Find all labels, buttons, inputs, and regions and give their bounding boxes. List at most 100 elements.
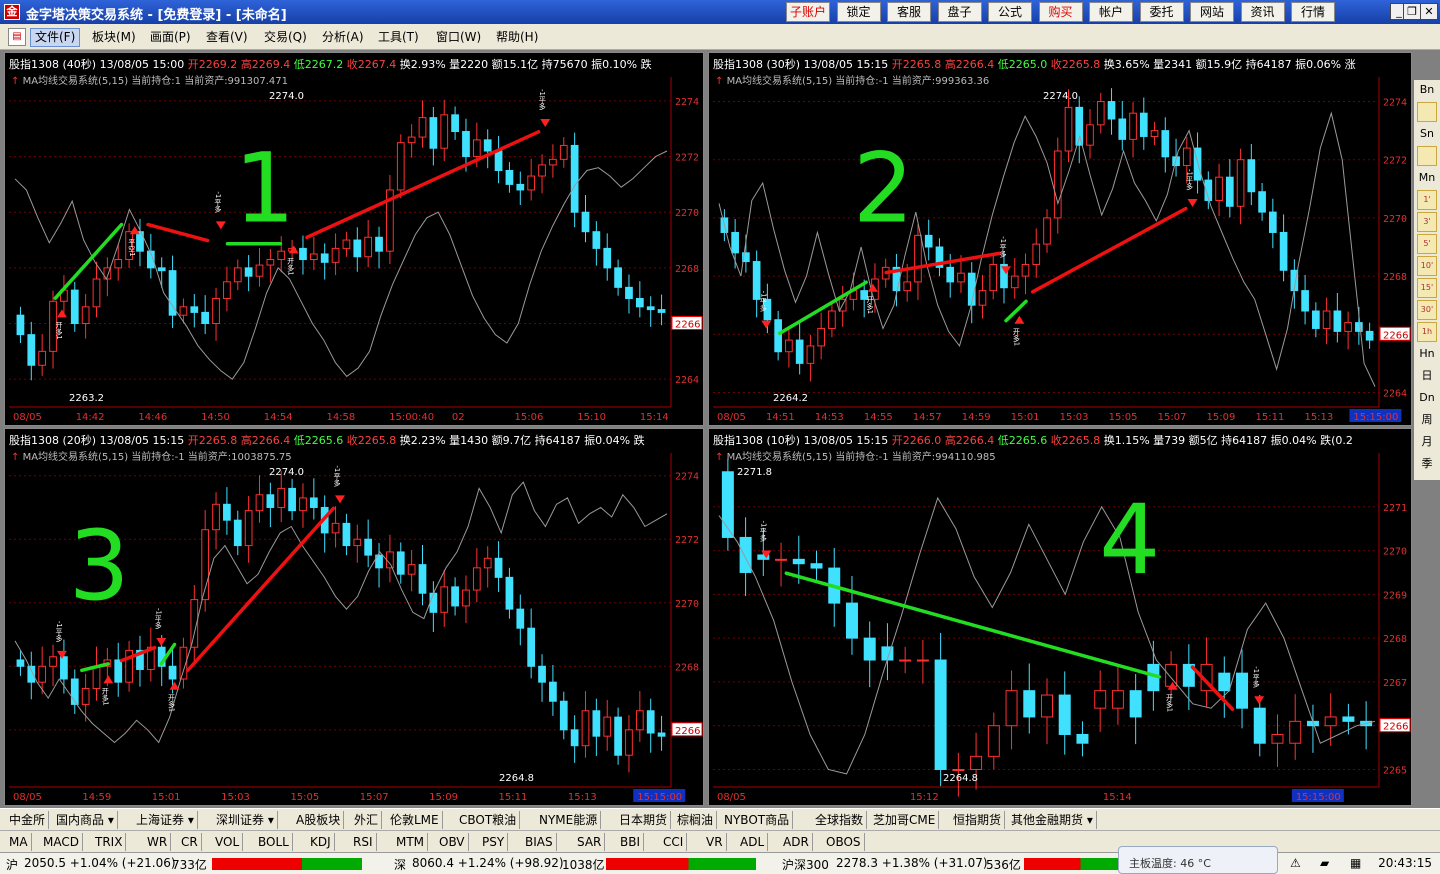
market-tab[interactable]: NYME能源 xyxy=(536,811,602,829)
menu-item[interactable]: 板块(M) xyxy=(88,28,140,47)
menu-item[interactable]: 分析(A) xyxy=(318,28,368,47)
chart-tool-icon[interactable] xyxy=(1417,146,1437,166)
indicator-tab[interactable]: MTM xyxy=(393,833,429,851)
period-button[interactable]: 3' xyxy=(1417,212,1437,232)
market-tab[interactable]: NYBOT商品 xyxy=(721,811,794,829)
quick-button[interactable]: 资讯 xyxy=(1240,2,1285,22)
market-tab[interactable]: 中金所 xyxy=(6,811,50,829)
app-icon[interactable]: 金 xyxy=(4,4,20,20)
indicator-tab[interactable]: OBOS xyxy=(823,833,865,851)
indicator-tab[interactable]: TRIX xyxy=(92,833,127,851)
menu-item[interactable]: 交易(Q) xyxy=(260,28,311,47)
candlestick-chart[interactable]: 2274 2272 2270 2268 2266 2264 开多1 平空1 -1平多开多1 -1平… xyxy=(5,53,704,426)
market-tab[interactable]: 伦敦LME xyxy=(387,811,443,829)
menu-item[interactable]: 画面(P) xyxy=(146,28,195,47)
quote-turnover: 换2.93% xyxy=(399,58,446,71)
candlestick-chart[interactable]: 227422722270226822662264-1平多开多1-1平多开多1-1… xyxy=(709,53,1412,426)
warning-icon[interactable]: ⚠ xyxy=(1290,856,1301,870)
indicator-tab[interactable]: ADR xyxy=(780,833,813,851)
candle-body xyxy=(309,497,318,508)
close-icon[interactable]: ✕ xyxy=(1420,3,1438,20)
calculator-icon[interactable]: ▦ xyxy=(1350,856,1361,870)
menu-item[interactable]: 文件(F) xyxy=(30,28,81,47)
period-button[interactable]: 30' xyxy=(1417,300,1437,320)
indicator-tab[interactable]: SAR xyxy=(574,833,606,851)
indicator-tab[interactable]: MACD xyxy=(40,833,83,851)
menu-item[interactable]: 窗口(W) xyxy=(432,28,485,47)
x-tick-label: 15:12 xyxy=(910,792,939,803)
x-tick-label: 15:01 xyxy=(1011,412,1040,423)
menu-item[interactable]: 工具(T) xyxy=(374,28,423,47)
candle-body xyxy=(255,494,264,512)
indicator-tab[interactable]: BBI xyxy=(617,833,645,851)
period-button[interactable]: Bn xyxy=(1417,80,1437,100)
period-button[interactable]: 15' xyxy=(1417,278,1437,298)
period-button[interactable]: 月 xyxy=(1417,432,1437,452)
quick-button[interactable]: 公式 xyxy=(988,2,1032,22)
menu-item[interactable]: 查看(V) xyxy=(202,28,252,47)
indicator-tab[interactable]: VR xyxy=(703,833,727,851)
market-tab[interactable]: 恒指期货 xyxy=(950,811,1006,829)
period-button[interactable]: 1' xyxy=(1417,190,1437,210)
period-button[interactable]: 1h xyxy=(1417,322,1437,342)
ticket-icon[interactable]: ▰ xyxy=(1320,856,1329,870)
quick-button[interactable]: 行情 xyxy=(1291,2,1335,22)
period-button[interactable]: Hn xyxy=(1417,344,1437,364)
period-button[interactable]: Mn xyxy=(1417,168,1437,188)
chart-panel[interactable]: 227422722270226822662264-1平多开多1-1平多开多1-1… xyxy=(708,52,1412,426)
period-button[interactable]: Dn xyxy=(1417,388,1437,408)
chart-tool-icon[interactable] xyxy=(1417,102,1437,122)
period-button[interactable]: 季 xyxy=(1417,454,1437,474)
market-tab[interactable]: 芝加哥CME xyxy=(870,811,940,829)
chart-panel[interactable]: 2274 2272 2270 2268 2266 2264 开多1 平空1 -1平多开多1 -1平… xyxy=(4,52,704,426)
period-button[interactable]: Sn xyxy=(1417,124,1437,144)
market-tab[interactable]: A股板块 xyxy=(293,811,345,829)
indicator-tab[interactable]: CCI xyxy=(660,833,688,851)
menu-item[interactable]: 帮助(H) xyxy=(492,28,542,47)
indicator-tab[interactable]: OBV xyxy=(436,833,469,851)
indicator-tab[interactable]: RSI xyxy=(350,833,377,851)
candle-body xyxy=(266,494,275,508)
indicator-tab[interactable]: MA xyxy=(6,833,32,851)
candle-body xyxy=(1344,322,1352,332)
candlestick-chart[interactable]: 2274 2272 2270 2268 2266 -1平多开多1 -1平多开多1 -1平多 22… xyxy=(5,429,704,806)
indicator-tab[interactable]: BIAS xyxy=(522,833,557,851)
hs300-value[interactable]: 2278.3 +1.38% (+31.07) xyxy=(836,856,988,870)
market-tab[interactable]: 上海证券 ▾ xyxy=(133,811,198,829)
market-tab[interactable]: 棕榈油 xyxy=(674,811,718,829)
market-tab[interactable]: 外汇 xyxy=(351,811,383,829)
market-tab[interactable]: 日本期货 xyxy=(616,811,672,829)
market-tab[interactable]: 全球指数 xyxy=(812,811,868,829)
restore-icon[interactable]: ❐ xyxy=(1403,3,1421,20)
quick-button[interactable]: 子账户 xyxy=(786,2,830,22)
quick-button[interactable]: 锁定 xyxy=(836,2,881,22)
period-button[interactable]: 10' xyxy=(1417,256,1437,276)
quick-button[interactable]: 网站 xyxy=(1190,2,1234,22)
indicator-tab[interactable]: WR xyxy=(144,833,172,851)
document-icon[interactable]: ▤ xyxy=(8,28,26,46)
period-button[interactable]: 5' xyxy=(1417,234,1437,254)
chart-panel[interactable]: 2271 2270 2269 2268 2267 2266 2265 -1平多开多1 -1平多 2… xyxy=(708,428,1412,806)
market-tab[interactable]: 国内商品 ▾ xyxy=(53,811,118,829)
quick-button[interactable]: 购买 xyxy=(1038,2,1083,22)
chart-panel[interactable]: 2274 2272 2270 2268 2266 -1平多开多1 -1平多开多1 -1平多 22… xyxy=(4,428,704,806)
sh-breadth-bar xyxy=(212,858,362,870)
period-button[interactable]: 周 xyxy=(1417,410,1437,430)
quick-button[interactable]: 帐户 xyxy=(1089,2,1133,22)
market-tab[interactable]: CBOT粮油 xyxy=(456,811,521,829)
indicator-tab[interactable]: ADL xyxy=(737,833,769,851)
candlestick-chart[interactable]: 2271 2270 2269 2268 2267 2266 2265 -1平多开多1 -1平多 2… xyxy=(709,429,1412,806)
indicator-tab[interactable]: PSY xyxy=(479,833,509,851)
indicator-tab[interactable]: KDJ xyxy=(307,833,335,851)
indicator-tab[interactable]: BOLL xyxy=(255,833,293,851)
market-tab[interactable]: 深圳证券 ▾ xyxy=(213,811,278,829)
sh-index-value[interactable]: 2050.5 +1.04% (+21.06) xyxy=(24,856,176,870)
indicator-tab[interactable]: CR xyxy=(178,833,202,851)
quick-button[interactable]: 客服 xyxy=(887,2,931,22)
period-button[interactable]: 日 xyxy=(1417,366,1437,386)
indicator-tab[interactable]: VOL xyxy=(212,833,244,851)
quick-button[interactable]: 盘子 xyxy=(937,2,982,22)
quick-button[interactable]: 委托 xyxy=(1139,2,1184,22)
sz-index-value[interactable]: 8060.4 +1.24% (+98.92) xyxy=(412,856,564,870)
market-tab[interactable]: 其他金融期货 ▾ xyxy=(1008,811,1097,829)
